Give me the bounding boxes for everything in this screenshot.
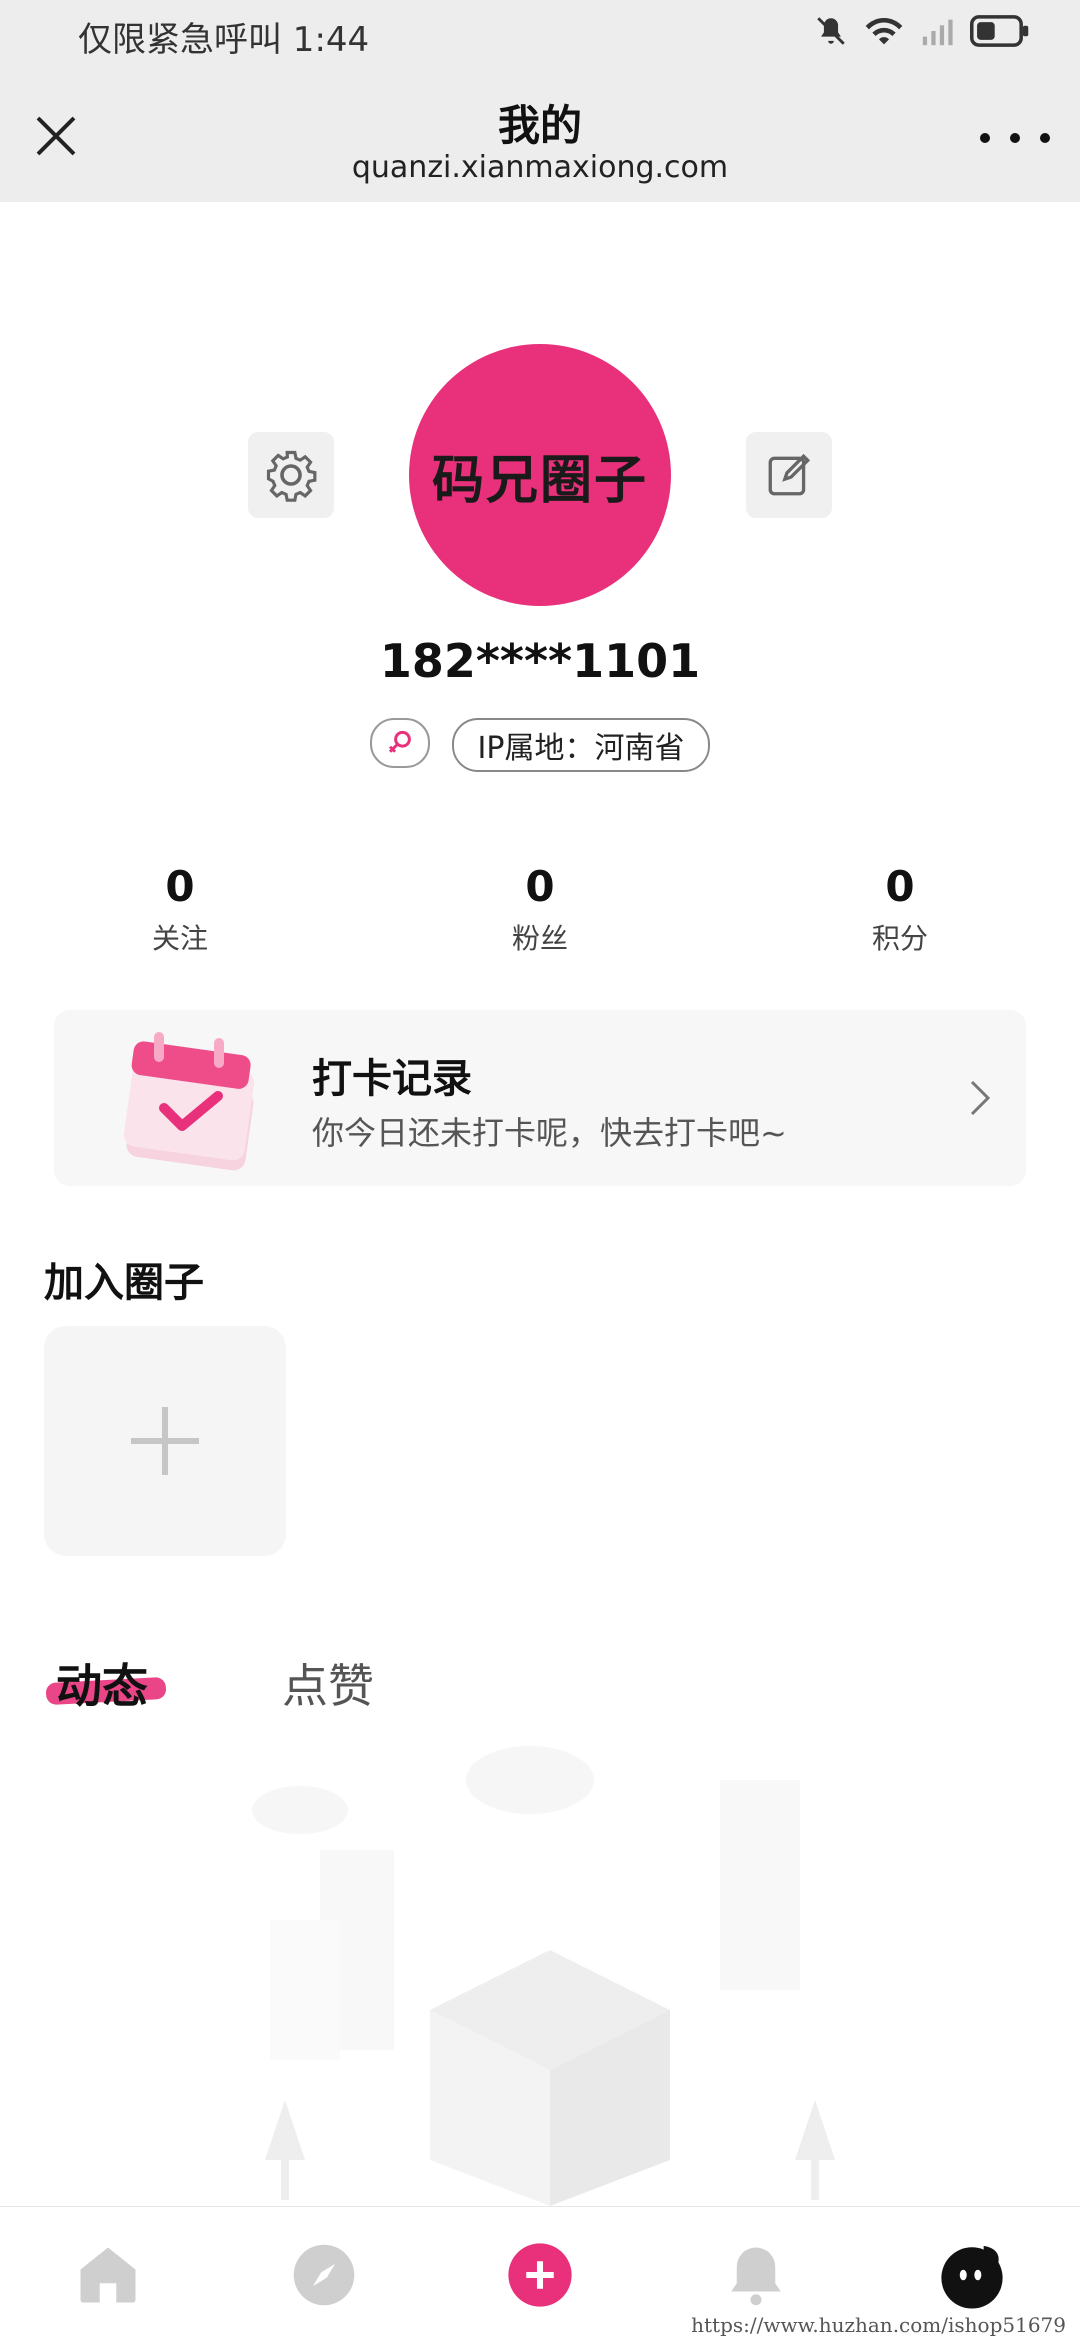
plus-icon bbox=[131, 1407, 199, 1475]
stat-label: 关注 bbox=[151, 922, 208, 955]
status-text: 仅限紧急呼叫 1:44 bbox=[78, 20, 370, 60]
nav-profile[interactable] bbox=[932, 2235, 1012, 2315]
bottom-nav: https://www.huzhan.com/ishop51679 bbox=[0, 2206, 1080, 2341]
watermark: https://www.huzhan.com/ishop51679 bbox=[691, 2313, 1066, 2337]
empty-state-illustration bbox=[252, 1746, 835, 2206]
ip-location-badge: IP属地：河南省 bbox=[451, 718, 711, 772]
add-circle-button[interactable] bbox=[44, 1326, 286, 1556]
stat-label: 粉丝 bbox=[511, 922, 568, 955]
checkin-subtitle: 你今日还未打卡呢，快去打卡吧~ bbox=[312, 1114, 787, 1152]
username: 182****1101 bbox=[379, 634, 701, 688]
stat-points[interactable]: 0 积分 bbox=[800, 862, 1000, 957]
tab-posts[interactable]: 动态 bbox=[45, 1650, 167, 1716]
nav-discover[interactable] bbox=[284, 2235, 364, 2315]
nav-home[interactable] bbox=[68, 2235, 148, 2315]
edit-icon bbox=[768, 453, 811, 496]
checkin-title: 打卡记录 bbox=[312, 1056, 472, 1102]
compass-icon bbox=[293, 2244, 355, 2306]
stat-following[interactable]: 0 关注 bbox=[80, 862, 280, 957]
profile-badges: IP属地：河南省 bbox=[0, 718, 1080, 772]
plus-circle-icon bbox=[508, 2243, 572, 2307]
avatar[interactable]: 码兄圈子 bbox=[409, 344, 671, 606]
nav-notifications[interactable] bbox=[716, 2235, 796, 2315]
stat-followers[interactable]: 0 粉丝 bbox=[440, 862, 640, 957]
more-dot-icon bbox=[1040, 133, 1050, 143]
stat-value: 0 bbox=[525, 862, 555, 911]
signal-icon bbox=[922, 19, 953, 46]
stat-value: 0 bbox=[165, 862, 195, 911]
tab-label: 点赞 bbox=[282, 1659, 374, 1713]
tab-label: 动态 bbox=[56, 1659, 148, 1713]
stat-value: 0 bbox=[885, 862, 915, 911]
nav-create-post[interactable] bbox=[500, 2235, 580, 2315]
female-icon bbox=[388, 730, 411, 753]
settings-button[interactable] bbox=[248, 432, 334, 518]
page-title: 我的 bbox=[497, 101, 582, 150]
calendar-check-icon bbox=[123, 1032, 255, 1171]
chevron-right-icon bbox=[970, 1080, 991, 1116]
more-menu-button[interactable] bbox=[980, 118, 1050, 158]
join-circle-title: 加入圈子 bbox=[44, 1260, 204, 1306]
wifi-icon bbox=[865, 17, 903, 45]
gear-icon bbox=[266, 450, 317, 502]
page-url: quanzi.xianmaxiong.com bbox=[351, 150, 729, 185]
more-dot-icon bbox=[980, 133, 990, 143]
checkin-card[interactable]: 打卡记录 你今日还未打卡呢，快去打卡吧~ bbox=[54, 1010, 1026, 1186]
more-dot-icon bbox=[1010, 133, 1020, 143]
home-icon bbox=[80, 2247, 136, 2303]
tab-likes[interactable]: 点赞 bbox=[282, 1650, 374, 1716]
edit-profile-button[interactable] bbox=[746, 432, 832, 518]
bell-icon bbox=[731, 2247, 781, 2306]
battery-icon bbox=[970, 15, 1029, 47]
stat-label: 积分 bbox=[871, 922, 928, 955]
gender-badge bbox=[369, 718, 430, 768]
profile-mascot-icon bbox=[941, 2245, 1003, 2309]
mute-bell-icon bbox=[817, 17, 845, 45]
status-icons bbox=[814, 14, 1030, 48]
avatar-logo-text: 码兄圈子 bbox=[431, 450, 648, 511]
